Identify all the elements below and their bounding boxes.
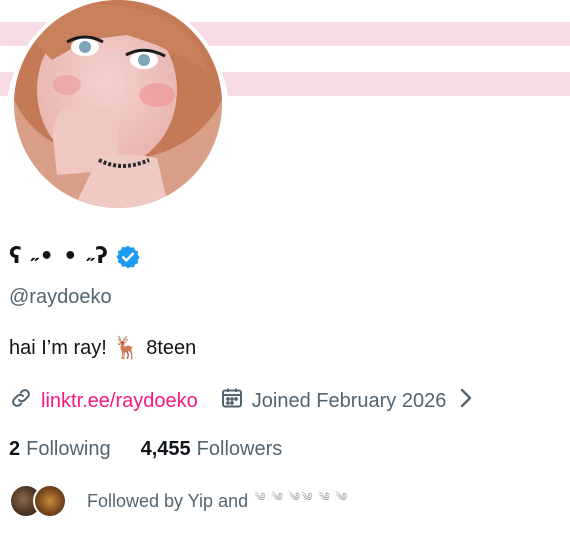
followed-by-label: Followed by Yip and — [87, 490, 249, 511]
link-text[interactable]: linktr.ee/raydoeko — [41, 390, 198, 413]
following-count: 2 — [9, 438, 21, 460]
followed-by-others: ༄ ༄ ༄༄ ༄ ༄ — [254, 490, 349, 504]
bio-text: hai I’m ray! — [9, 337, 107, 359]
followers-label: Followers — [196, 438, 283, 460]
profile-link[interactable]: linktr.ee/raydoeko — [9, 386, 198, 416]
joined-text: Joined February 2026 — [251, 389, 447, 412]
bio-age: 8teen — [146, 337, 197, 359]
display-name-row: ʕ ˶• • ˶ʔ — [9, 243, 141, 271]
followers-count: 4,455 — [140, 438, 191, 460]
profile-meta: linktr.ee/raydoeko Joined February 2026 — [9, 386, 474, 416]
joined-date[interactable]: Joined February 2026 — [220, 386, 447, 416]
display-name: ʕ ˶• • ˶ʔ — [9, 244, 109, 269]
followed-by[interactable]: Followed by Yip and ༄ ༄ ༄༄ ༄ ༄ — [9, 484, 348, 518]
follower-avatar[interactable] — [33, 484, 67, 518]
profile-avatar[interactable] — [7, 0, 229, 222]
profile-bio: hai I’m ray! 🦌 8teen — [9, 336, 196, 361]
following-label: Following — [26, 438, 111, 460]
profile-handle: @raydoeko — [9, 286, 112, 308]
calendar-icon — [220, 386, 244, 416]
chevron-right-icon[interactable] — [458, 386, 474, 416]
verified-badge-icon[interactable] — [115, 244, 141, 270]
followed-by-text[interactable]: Followed by Yip and ༄ ༄ ༄༄ ༄ ༄ — [87, 484, 348, 518]
link-icon — [9, 386, 33, 416]
follow-stats: 2 Following 4,455 Followers — [9, 438, 282, 461]
followers-link[interactable]: 4,455 Followers — [141, 438, 283, 461]
following-link[interactable]: 2 Following — [9, 438, 111, 461]
deer-emoji: 🦌 — [112, 336, 141, 361]
